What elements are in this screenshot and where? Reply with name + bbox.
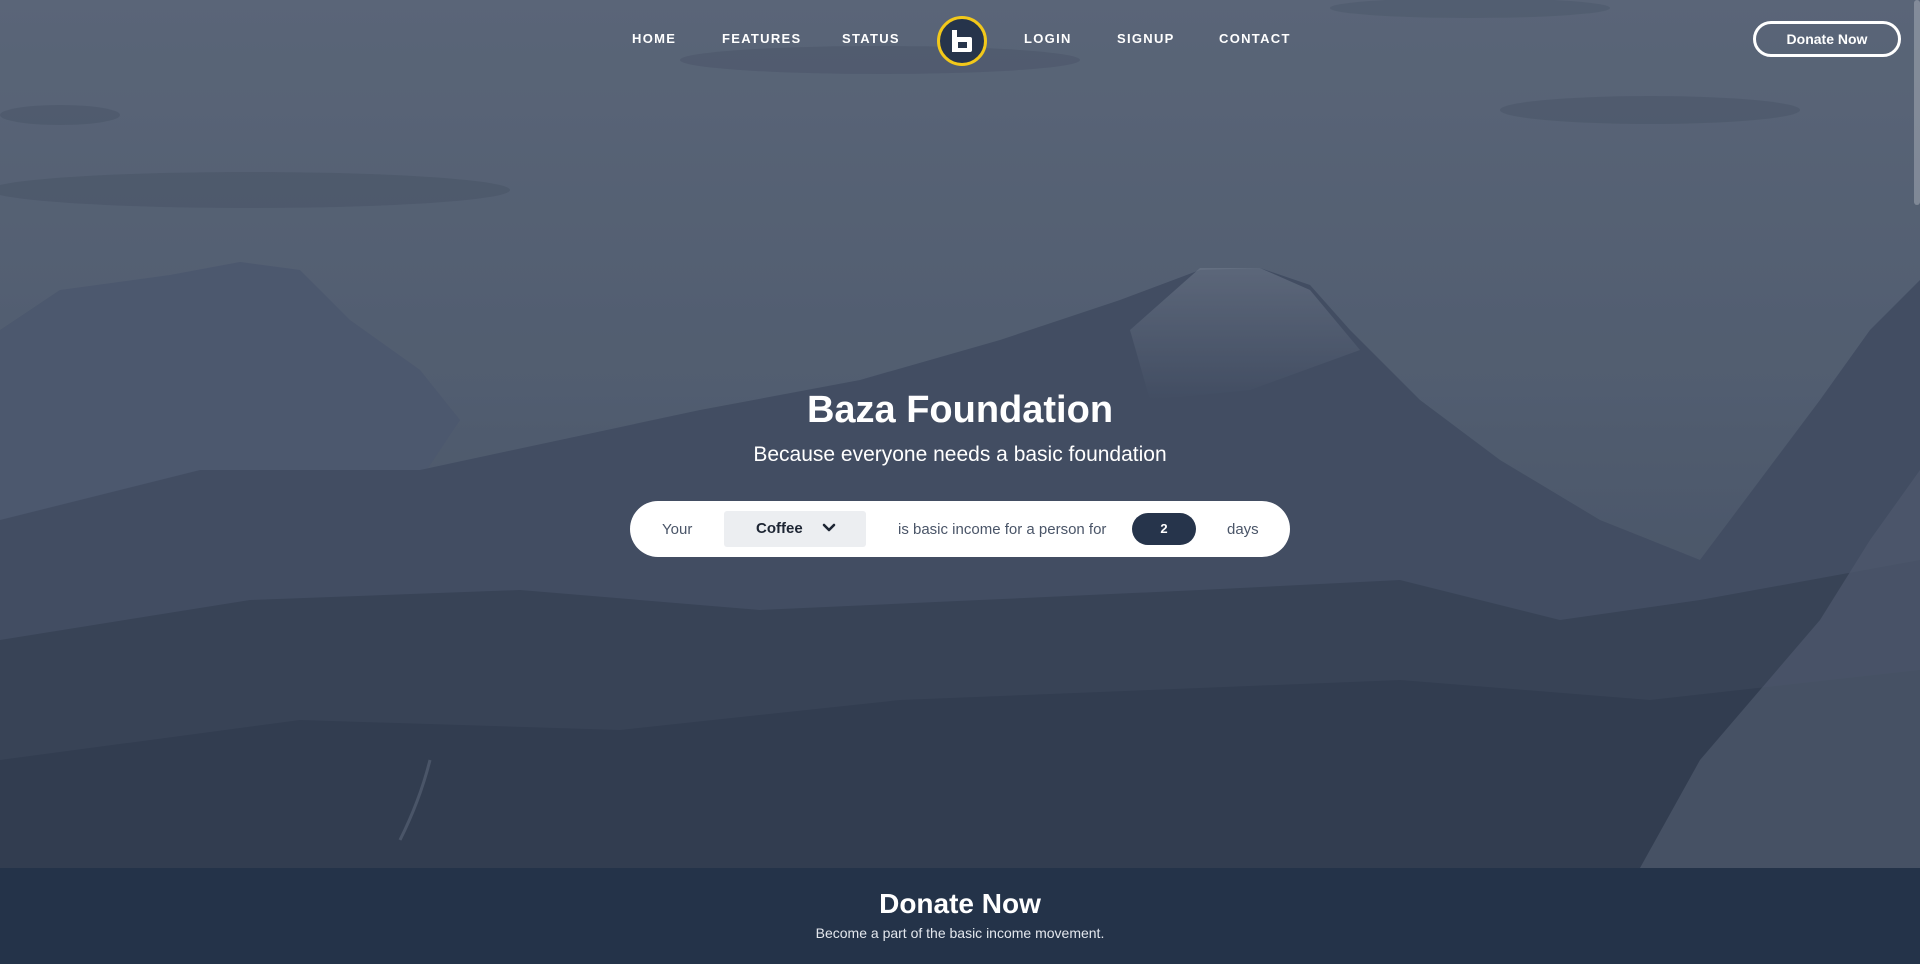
donate-now-button[interactable]: Donate Now: [1753, 21, 1901, 57]
baza-logo-icon[interactable]: [937, 16, 987, 66]
logo-b-glyph-icon: [952, 30, 972, 52]
nav-contact-link[interactable]: CONTACT: [1219, 31, 1291, 46]
hero-title: Baza Foundation: [806, 389, 1114, 431]
nav-signup-link[interactable]: SIGNUP: [1117, 31, 1175, 46]
nav-status-link[interactable]: STATUS: [842, 31, 900, 46]
donate-section-title: Donate Now: [879, 888, 1041, 919]
calculator-suffix-text: days: [1227, 521, 1259, 538]
item-select-value: Coffee: [756, 520, 803, 537]
nav-login-link[interactable]: LOGIN: [1024, 31, 1072, 46]
hero-overlay: [0, 0, 1920, 868]
days-count-badge[interactable]: 2: [1132, 513, 1196, 545]
nav-features-link[interactable]: FEATURES: [722, 31, 802, 46]
hero-section: HOME FEATURES STATUS LOGIN SIGNUP CONTAC…: [0, 0, 1920, 868]
chevron-down-icon: [822, 523, 836, 532]
calculator-prefix-text: Your: [662, 521, 693, 538]
calculator-middle-text: is basic income for a person for: [898, 521, 1107, 538]
hero-subtitle: Because everyone needs a basic foundatio…: [753, 443, 1167, 466]
nav-home-link[interactable]: HOME: [632, 31, 676, 46]
donate-section-subtitle: Become a part of the basic income moveme…: [815, 925, 1105, 941]
donate-section: Donate Now Become a part of the basic in…: [0, 868, 1920, 964]
income-calculator: Your Coffee is basic income for a person…: [630, 501, 1290, 557]
top-navigation: HOME FEATURES STATUS LOGIN SIGNUP CONTAC…: [0, 0, 1920, 80]
item-select-dropdown[interactable]: Coffee: [724, 511, 866, 547]
